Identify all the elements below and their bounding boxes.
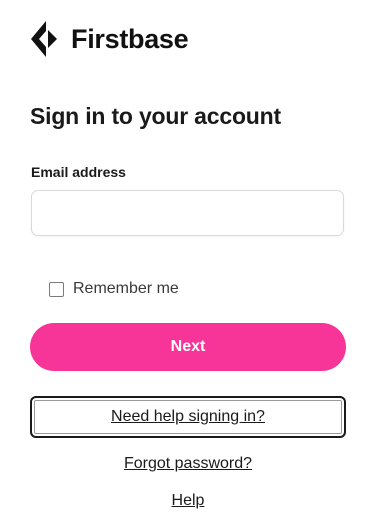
help-link[interactable]: Help <box>30 492 346 510</box>
brand-name: Firstbase <box>71 23 189 54</box>
remember-me-label: Remember me <box>73 280 179 297</box>
brand-header: Firstbase <box>30 20 189 58</box>
email-field[interactable] <box>31 190 344 236</box>
forgot-password-link[interactable]: Forgot password? <box>30 455 346 473</box>
need-help-signing-in-button[interactable]: Need help signing in? <box>30 396 346 438</box>
email-label: Email address <box>31 164 126 180</box>
page-title: Sign in to your account <box>30 103 281 129</box>
next-button[interactable]: Next <box>30 323 346 371</box>
remember-me-row[interactable]: Remember me <box>49 279 179 299</box>
firstbase-logo-icon <box>31 21 57 57</box>
remember-me-checkbox[interactable] <box>49 281 64 297</box>
